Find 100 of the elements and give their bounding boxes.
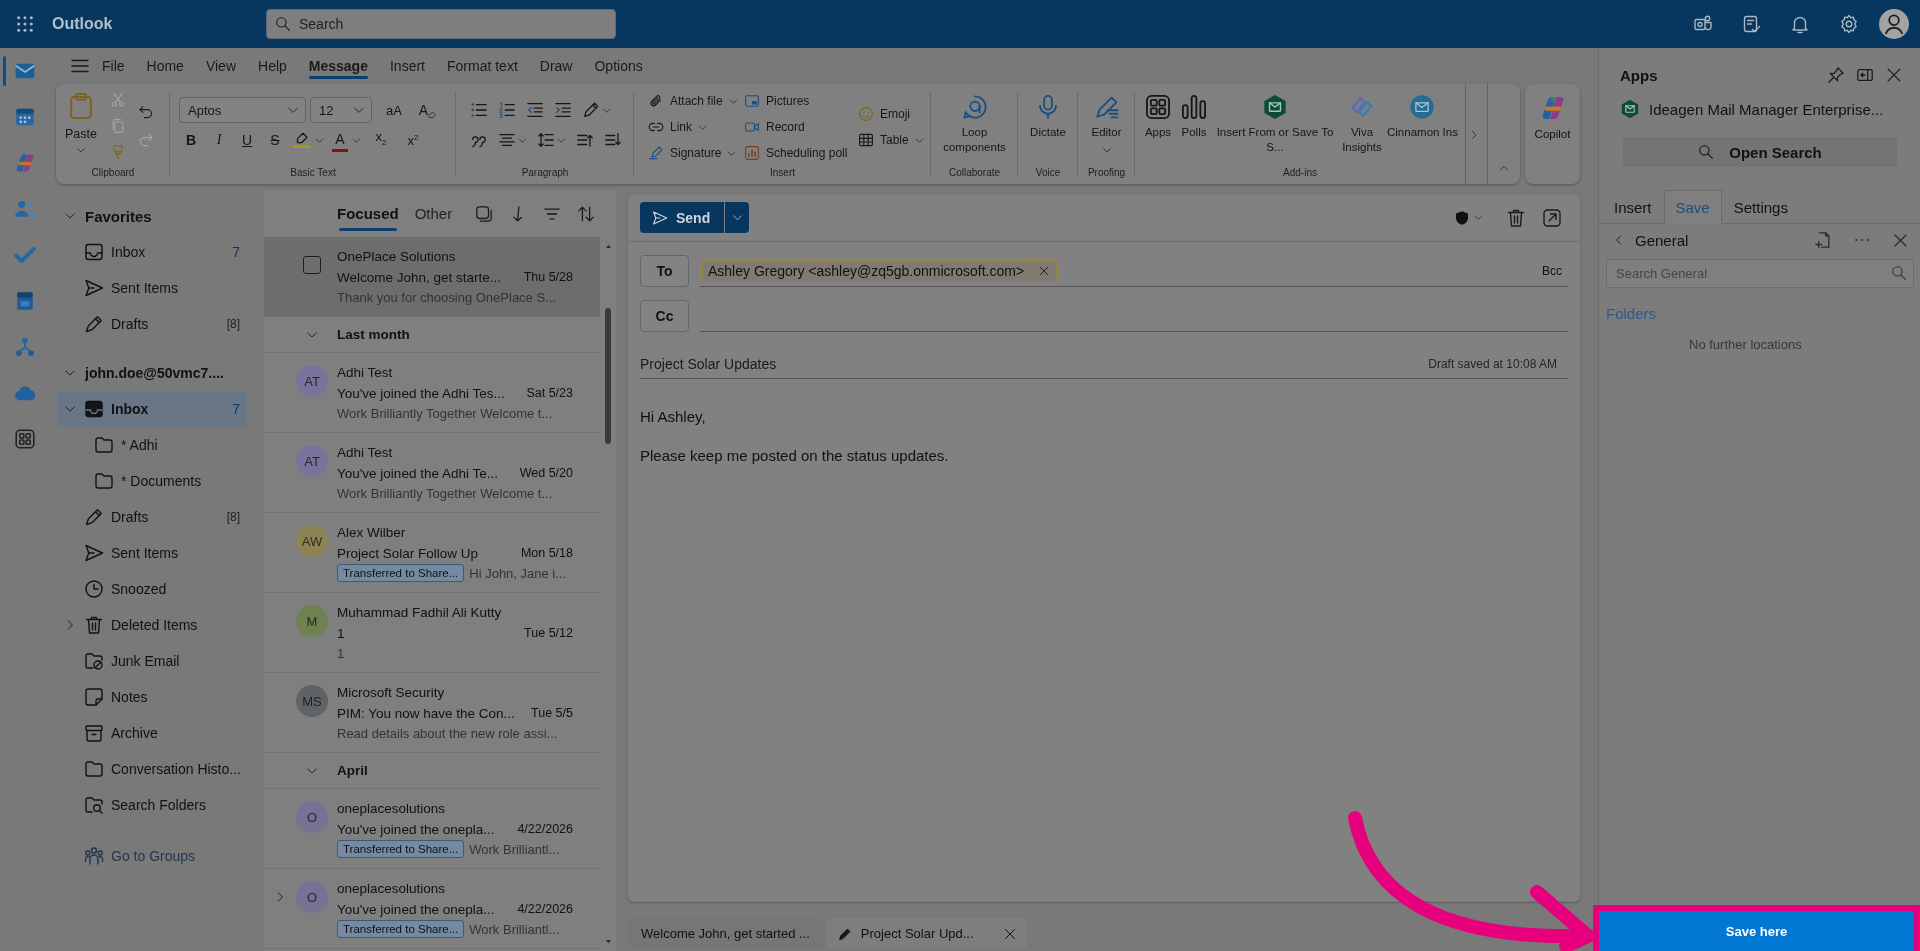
ribbon-button[interactable]: Cinnamon Ins <box>1387 84 1458 140</box>
to-button[interactable]: To <box>640 255 689 287</box>
cc-button[interactable]: Cc <box>640 300 689 332</box>
strikethrough-button[interactable]: S <box>263 127 287 153</box>
ribbon-tab[interactable]: Draw <box>528 48 584 84</box>
ribbon-tab[interactable]: Help <box>247 48 298 84</box>
caret-icon[interactable] <box>557 135 566 145</box>
bullet-list-icon[interactable] <box>470 101 488 119</box>
change-case-button[interactable]: aA <box>382 97 406 123</box>
bcc-button[interactable]: Bcc <box>1542 263 1562 278</box>
ribbon-button[interactable]: Link <box>648 114 744 140</box>
group-header[interactable]: Last month <box>264 317 600 353</box>
message-row[interactable]: AT Adhi Test You've joined the Adhi Tes... Sat 5/23 Work Brilliantly Together Welcome t... <box>264 353 600 433</box>
close-icon[interactable] <box>1885 66 1903 84</box>
search-field[interactable]: Search General <box>1606 259 1914 288</box>
folder-item[interactable]: Deleted Items <box>58 607 247 643</box>
section-header[interactable]: Favorites <box>58 198 247 234</box>
message-row[interactable]: OnePlace Solutions Welcome John, get starte... Thu 5/28 Thank you for choosing OnePlace S... <box>264 237 600 317</box>
pen-icon[interactable] <box>582 101 600 119</box>
folder-item[interactable]: Notes <box>58 679 247 715</box>
scroll-down-icon[interactable] <box>604 938 612 945</box>
undo-icon[interactable] <box>138 104 154 120</box>
ribbon-button[interactable]: Emoji <box>858 101 924 127</box>
checkbox[interactable] <box>303 256 321 274</box>
checklist-icon[interactable] <box>1741 14 1762 34</box>
message-row[interactable]: AT Adhi Test You've joined the Adhi Te... Wed 5/20 Work Brilliantly Together Welcome t... <box>264 433 600 513</box>
sort-icon[interactable] <box>577 204 596 223</box>
ribbon-button[interactable]: Loop components <box>936 84 1013 155</box>
filter-tab[interactable]: Focused <box>337 190 399 237</box>
chevron-down-icon[interactable] <box>64 210 76 222</box>
folder-item[interactable]: * Adhi <box>58 427 247 463</box>
message-row[interactable]: O oneplacesolutions You've joined the onepla... 4/22/2026 Transferred to Share... Work Brilliantl... <box>264 869 600 949</box>
app-launcher-icon[interactable] <box>15 15 34 33</box>
send-button[interactable]: Send <box>640 202 725 233</box>
side-panel-icon[interactable] <box>1856 66 1874 84</box>
caret-icon[interactable] <box>518 135 527 145</box>
ribbon-button[interactable]: Viva Insights <box>1339 84 1385 155</box>
ribbon-button[interactable]: Pictures <box>744 88 858 114</box>
caret-icon[interactable] <box>1474 213 1483 222</box>
folder-item[interactable]: Drafts [8] <box>58 306 247 342</box>
folder-item[interactable]: Search Folders <box>58 787 247 823</box>
search-field[interactable]: Search <box>266 9 616 39</box>
scrollbar-thumb[interactable] <box>605 308 611 444</box>
italic-button[interactable]: I <box>207 127 231 153</box>
clear-formatting-button[interactable]: A <box>416 97 440 123</box>
ribbon-tab[interactable]: Options <box>583 48 654 84</box>
chevron-up-icon[interactable] <box>1499 163 1509 173</box>
ribbon-tab[interactable]: Format text <box>436 48 529 84</box>
subscript-button[interactable]: x$_{2}$ <box>369 127 393 153</box>
align-icon[interactable] <box>498 131 516 149</box>
font-size-dropdown[interactable]: 12 <box>310 97 372 123</box>
caret-icon[interactable] <box>602 105 611 115</box>
avatar-icon[interactable] <box>1879 9 1909 39</box>
indent-icon[interactable] <box>554 101 572 119</box>
select-icon[interactable] <box>475 204 494 223</box>
folder-item[interactable]: Archive <box>58 715 247 751</box>
superscript-button[interactable]: x$^{2}$ <box>401 127 425 153</box>
ribbon-button[interactable]: Polls <box>1177 84 1211 140</box>
ribbon-tab[interactable]: Insert <box>378 48 436 84</box>
ribbon-tab[interactable]: Message <box>297 48 379 84</box>
folder-item[interactable]: Inbox 7 <box>58 234 247 270</box>
ribbon-button[interactable]: Table <box>858 127 924 153</box>
to-field[interactable]: Ashley Gregory <ashley@zq5gb.onmicrosoft.com> Bcc <box>700 255 1568 287</box>
folder-item[interactable]: Conversation Histo... <box>58 751 247 787</box>
notification-icon[interactable] <box>1790 14 1810 34</box>
bold-button[interactable]: B <box>179 127 203 153</box>
ribbon-button[interactable]: Insert From or Save To S... <box>1213 84 1337 155</box>
ribbon-button[interactable]: Attach file <box>648 88 744 114</box>
section-header[interactable]: john.doe@50vmc7.... <box>58 355 247 391</box>
settings-icon[interactable] <box>1838 14 1859 34</box>
folder-item[interactable]: Junk Email <box>58 643 247 679</box>
ribbon-button[interactable]: Editor <box>1089 84 1124 155</box>
caret-icon[interactable] <box>315 135 324 145</box>
group-header[interactable]: April <box>264 753 600 789</box>
ribbon-button[interactable]: Signature <box>648 140 744 166</box>
shield-icon[interactable] <box>1454 209 1470 226</box>
close-icon[interactable] <box>1002 926 1017 941</box>
chevron-down-icon[interactable] <box>64 367 76 379</box>
copilot-button[interactable]: Copilot <box>1525 84 1580 184</box>
remove-icon[interactable] <box>1038 264 1051 277</box>
folder-item[interactable]: Drafts [8] <box>58 499 247 535</box>
numbered-list-icon[interactable] <box>498 101 516 119</box>
message-row[interactable]: MS Microsoft Security PIM: You now have the Con... Tue 5/5 Read details about the new role assi... <box>264 673 600 753</box>
folder-item[interactable]: Snoozed <box>58 571 247 607</box>
ribbon-button[interactable]: Dictate <box>1030 84 1066 140</box>
ribbon-button[interactable]: Record <box>744 114 858 140</box>
pin-icon[interactable] <box>1827 66 1845 84</box>
new-folder-icon[interactable] <box>1814 231 1832 249</box>
message-row[interactable]: AW Alex Wilber Project Solar Follow Up Mon 5/18 Transferred to Share... Hi John, Jane i... <box>264 513 600 593</box>
caret-icon[interactable] <box>352 135 361 145</box>
filter-tab[interactable]: Other <box>414 190 453 237</box>
message-row[interactable]: M Muhammad Fadhil Ali Kutty 1 Tue 5/12 1 <box>264 593 600 673</box>
highlighter-icon[interactable] <box>293 131 311 149</box>
ribbon-tab[interactable]: Home <box>135 48 195 84</box>
panel-tab[interactable]: Settings <box>1721 190 1800 224</box>
chevron-down-icon[interactable] <box>64 403 76 415</box>
outdent-icon[interactable] <box>526 101 544 119</box>
folder-item[interactable]: Inbox 7 <box>58 391 247 427</box>
line-spacing-icon[interactable] <box>537 131 555 149</box>
paste-button[interactable]: Paste <box>58 84 104 166</box>
